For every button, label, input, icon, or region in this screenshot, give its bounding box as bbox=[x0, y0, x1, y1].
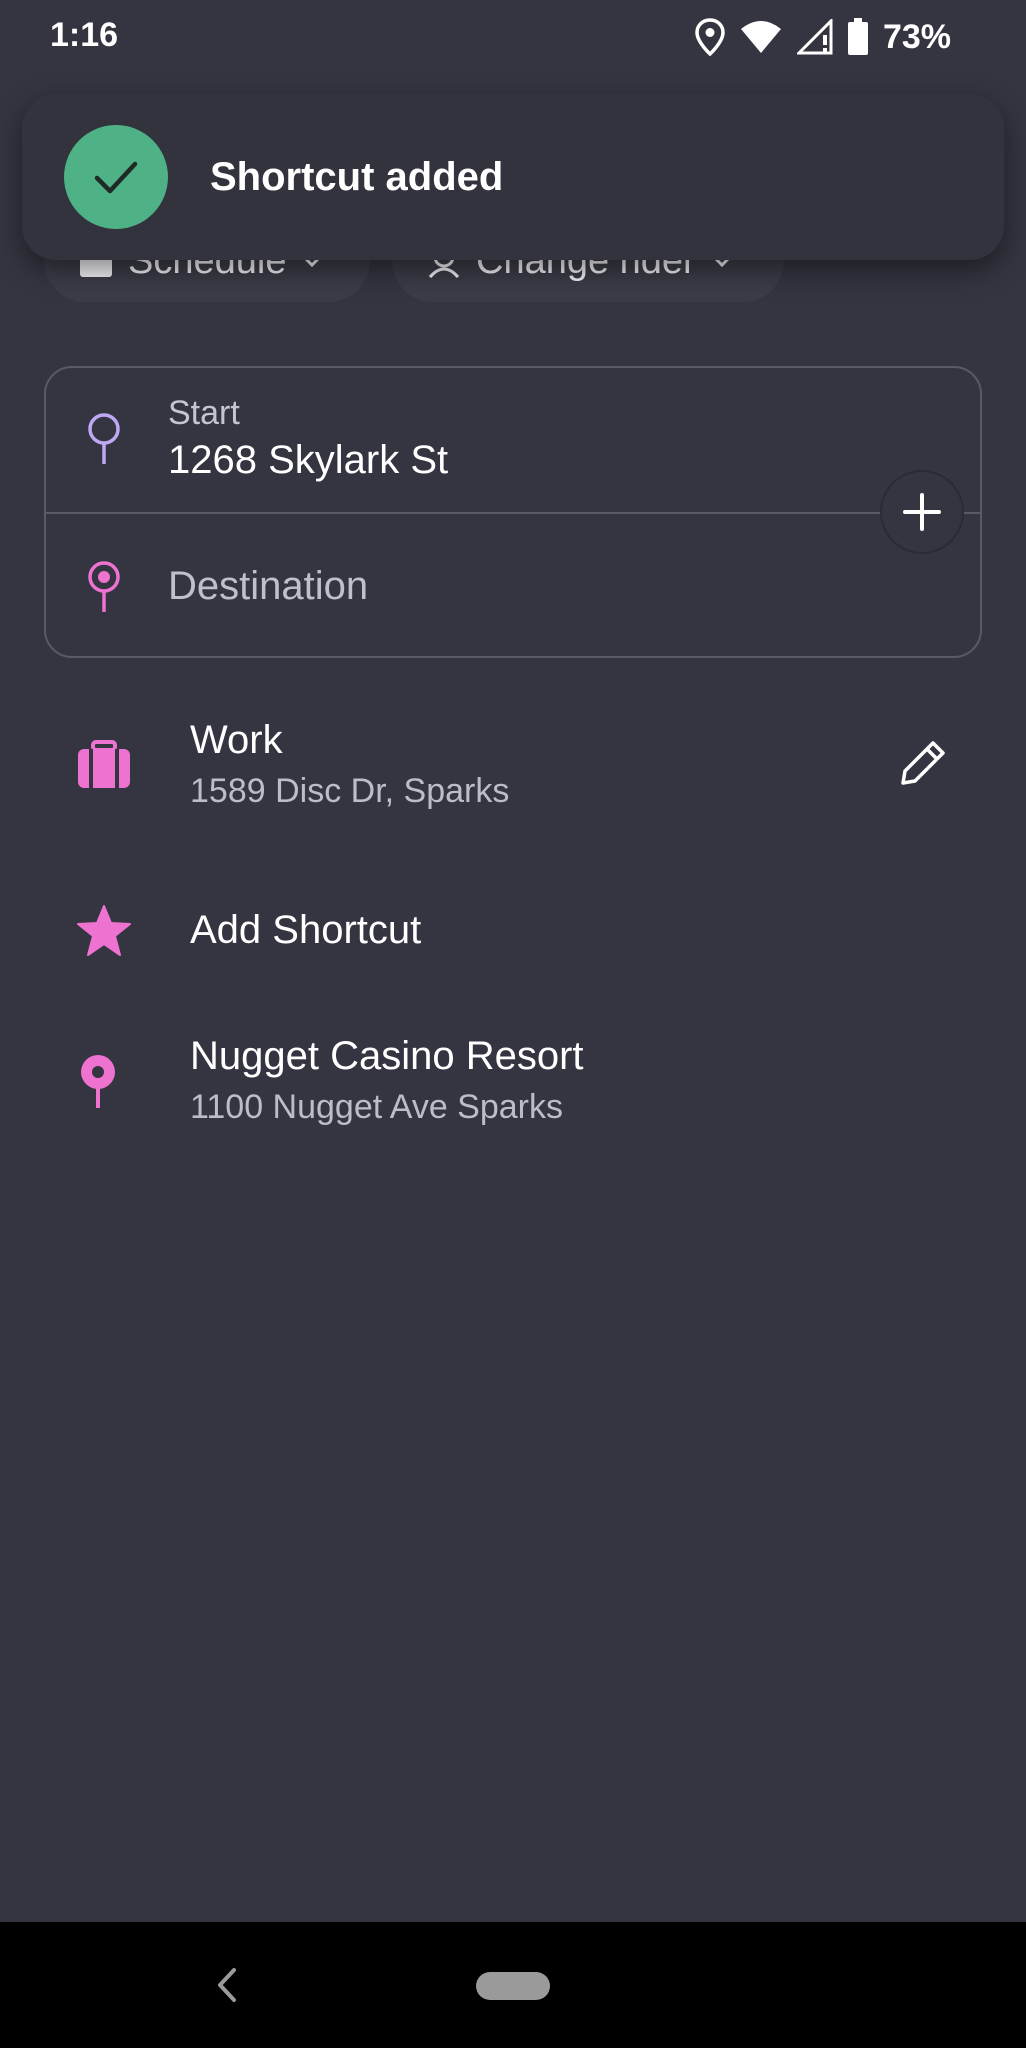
status-icons: 73% bbox=[695, 14, 951, 60]
start-address-input[interactable]: 1268 Skylark St bbox=[168, 438, 448, 483]
list-item-subtitle: 1589 Disc Dr, Sparks bbox=[190, 772, 510, 810]
destination-input[interactable]: Destination bbox=[168, 564, 368, 609]
destination-pin-icon bbox=[88, 561, 120, 612]
signal-icon bbox=[796, 19, 833, 55]
check-icon bbox=[64, 125, 168, 229]
add-stop-button[interactable] bbox=[880, 470, 964, 554]
route-card: Start 1268 Skylark St Destination bbox=[44, 366, 982, 658]
toast-shortcut-added: Shortcut added bbox=[22, 94, 1004, 260]
battery-icon bbox=[847, 18, 868, 55]
briefcase-icon bbox=[78, 740, 130, 788]
wifi-icon bbox=[740, 21, 781, 53]
edit-work-button[interactable] bbox=[890, 732, 954, 796]
pin-icon bbox=[81, 1055, 115, 1108]
start-label: Start bbox=[168, 394, 240, 432]
route-divider bbox=[46, 512, 980, 514]
star-icon bbox=[77, 905, 131, 956]
start-point-icon bbox=[88, 413, 120, 464]
list-item-title: Work bbox=[190, 718, 283, 762]
system-nav-bar bbox=[0, 1922, 1026, 2048]
battery-percent: 73% bbox=[882, 17, 951, 56]
pencil-icon bbox=[901, 741, 945, 785]
status-bar: 1:16 73% bbox=[0, 0, 1026, 72]
list-item-title: Add Shortcut bbox=[190, 908, 422, 952]
plus-icon bbox=[903, 493, 941, 531]
list-item-subtitle: 1100 Nugget Ave Sparks bbox=[190, 1088, 564, 1126]
back-icon[interactable] bbox=[210, 1960, 242, 2010]
toast-message: Shortcut added bbox=[210, 154, 504, 199]
status-time: 1:16 bbox=[50, 16, 119, 54]
list-item-title: Nugget Casino Resort bbox=[190, 1034, 584, 1078]
location-icon bbox=[695, 18, 725, 56]
home-pill-button[interactable] bbox=[476, 1972, 550, 2000]
